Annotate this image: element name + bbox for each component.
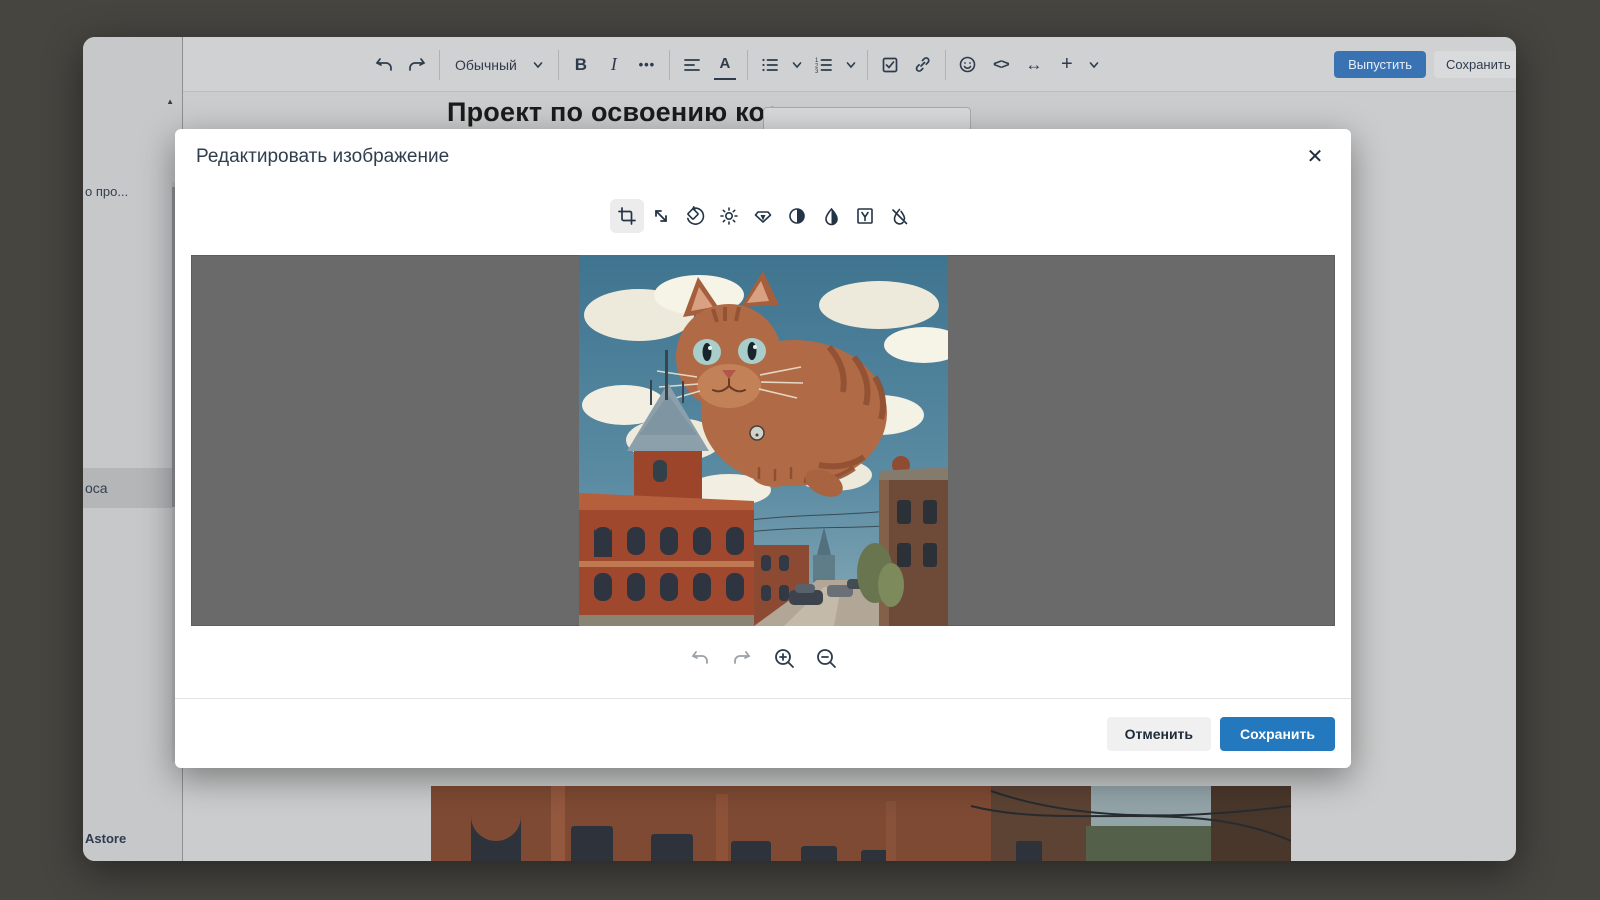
toolbar-separator [945,50,946,80]
sidebar-footer-logo: Astore [85,831,126,846]
close-icon[interactable]: ✕ [1301,142,1329,170]
svg-text:3: 3 [815,69,819,74]
paragraph-style-value: Обычный [455,57,517,73]
zoom-out-icon[interactable] [813,645,839,671]
toolbar-separator [747,50,748,80]
sidebar-item-selected[interactable]: оса [83,468,175,508]
saturation-icon[interactable] [814,199,848,233]
document-image[interactable] [431,786,1291,861]
text-color-button[interactable]: A [714,50,736,80]
contrast-icon[interactable] [780,199,814,233]
toolbar-separator [439,50,440,80]
cancel-button[interactable]: Отменить [1107,717,1211,751]
more-formatting-button[interactable]: ••• [636,50,658,80]
editor-toolbar: Обычный B I ••• A 123 [183,37,1516,92]
zoom-in-icon[interactable] [771,645,797,671]
canvas-controls [175,645,1351,671]
insert-block-button[interactable]: + [1056,50,1078,80]
chevron-down-icon [533,60,543,70]
edit-undo-icon[interactable] [687,645,713,671]
sidebar-item-label: оса [85,480,108,496]
undo-icon[interactable] [373,50,395,80]
modal-footer: Отменить Сохранить [175,698,1351,768]
crop-icon[interactable] [610,199,644,233]
edit-redo-icon[interactable] [729,645,755,671]
link-icon[interactable] [912,50,934,80]
sidebar-item-truncated[interactable]: о про... [85,184,128,199]
modal-title: Редактировать изображение [196,146,449,168]
image-canvas[interactable] [191,255,1335,626]
edit-tools-toolbar [175,199,1351,233]
scroll-up-icon[interactable]: ▲ [166,97,174,106]
width-toggle-button[interactable]: ↔ [1023,50,1045,80]
code-button[interactable]: <> [990,50,1012,80]
chevron-down-icon[interactable] [846,60,856,70]
italic-button[interactable]: I [603,50,625,80]
redo-icon[interactable] [406,50,428,80]
noise-icon[interactable] [882,199,916,233]
save-draft-button[interactable]: Сохранить [1434,51,1516,78]
publish-button[interactable]: Выпустить [1334,51,1426,78]
save-button[interactable]: Сохранить [1220,717,1335,751]
bullet-list-icon[interactable] [759,50,781,80]
clarity-icon[interactable] [746,199,780,233]
chevron-down-icon[interactable] [792,60,802,70]
sidebar: ▲ о про... оса Astore [83,37,183,861]
checkbox-list-icon[interactable] [879,50,901,80]
align-icon[interactable] [681,50,703,80]
toolbar-separator [558,50,559,80]
brightness-icon[interactable] [712,199,746,233]
paragraph-style-dropdown[interactable]: Обычный [451,49,547,81]
gamma-icon[interactable] [848,199,882,233]
document-title[interactable]: Проект по освоению кос [447,97,780,128]
emoji-icon[interactable] [957,50,979,80]
resize-icon[interactable] [644,199,678,233]
numbered-list-icon[interactable]: 123 [813,50,835,80]
cat-city-image [579,255,948,626]
rotate-icon[interactable] [678,199,712,233]
toolbar-separator [669,50,670,80]
edit-image-modal: Редактировать изображение ✕ [175,129,1351,768]
toolbar-separator [867,50,868,80]
chevron-down-icon[interactable] [1089,60,1099,70]
bold-button[interactable]: B [570,50,592,80]
